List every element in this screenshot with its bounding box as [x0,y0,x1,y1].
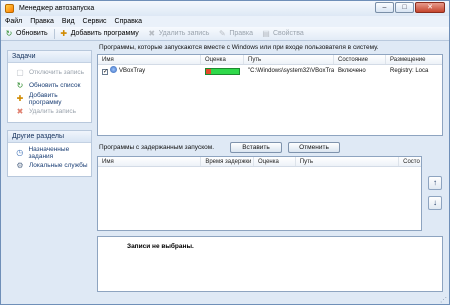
column-rating[interactable]: Оценка [201,55,244,64]
task-add-program[interactable]: ✚ Добавить программу [8,91,91,106]
move-down-button[interactable]: ↓ [428,196,442,210]
menu-file[interactable]: Файл [1,18,26,25]
row-location: Registry: Loca [390,68,429,74]
other-sections-group: Другие разделы ◷ Назначенные задания ⚙ Л… [7,130,92,177]
column-path[interactable]: Путь [296,157,400,166]
disable-icon: ▢ [16,67,24,77]
add-program-label: Добавить программу [70,30,139,37]
tasks-title: Задачи [8,51,91,63]
toolbar: ↻ Обновить ✚ Добавить программу ✖ Удалит… [1,27,449,41]
startup-caption: Программы, которые запускаются вместе с … [99,44,379,51]
edit-icon: ✎ [218,28,226,38]
arrow-up-icon: ↑ [433,178,437,187]
column-delay[interactable]: Время задержки [201,157,255,166]
arrow-down-icon: ↓ [433,198,437,207]
startup-table-header: Имя Оценка Путь Состояние Размещение [98,55,442,65]
column-name[interactable]: Имя [98,157,202,166]
rating-bar-low-segment [206,68,211,74]
cancel-button[interactable]: Отменить [288,142,340,153]
scheduled-tasks-icon: ◷ [16,147,24,157]
column-state[interactable]: Состо [399,157,421,166]
table-row[interactable]: ✓ VBoxTray "C:\Windows\system32\VBoxTray.… [98,66,442,76]
delete-entry-label: Удалить запись [158,30,210,37]
task-delete-entry[interactable]: ✖ Удалить запись [8,105,91,118]
properties-label: Свойства [273,30,304,37]
menu-tools[interactable]: Сервис [79,18,111,25]
row-path: "C:\Windows\system32\VBoxTray.exe" [248,68,334,74]
tasks-group: Задачи ▢ Отключить запись ↻ Обновить спи… [7,50,92,123]
menu-help[interactable]: Справка [111,18,146,25]
rating-bar [205,67,240,75]
row-rating-cell [201,66,244,76]
link-scheduled-tasks[interactable]: ◷ Назначенные задания [8,145,91,160]
task-label: Обновить список [29,82,81,89]
task-refresh-list[interactable]: ↻ Обновить список [8,79,91,92]
services-icon: ⚙ [16,160,24,170]
refresh-label: Обновить [16,30,48,37]
link-local-services[interactable]: ⚙ Локальные службы [8,159,91,172]
edit-label: Правка [229,30,253,37]
task-label: Удалить запись [29,108,77,115]
status-bar: ⋰ [1,294,449,304]
app-icon [5,4,14,13]
column-state[interactable]: Состояние [334,55,386,64]
edit-button[interactable]: ✎ Правка [214,28,258,40]
menu-bar: Файл Правка Вид Сервис Справка [1,16,449,27]
task-label: Отключить запись [29,69,85,76]
menu-view[interactable]: Вид [58,18,79,25]
minimize-button[interactable]: – [375,2,394,13]
row-state: Включено [338,68,366,74]
delete-icon: ✖ [148,28,156,38]
enable-checkbox[interactable]: ✓ [102,69,108,75]
row-name: VBoxTray [119,68,146,74]
delayed-caption: Программы с задержанным запуском. [99,144,215,151]
delayed-table-header: Имя Время задержки Оценка Путь Состо [98,157,421,167]
delayed-table[interactable]: Имя Время задержки Оценка Путь Состо [97,156,422,231]
title-bar: Менеджер автозапуска – □ ✕ [1,1,449,16]
properties-icon: ▤ [262,28,270,38]
no-selection-text: Записи не выбраны. [127,243,194,250]
add-program-button[interactable]: ✚ Добавить программу [56,28,144,40]
add-program-icon: ✚ [16,93,24,103]
main-window: Менеджер автозапуска – □ ✕ Файл Правка В… [0,0,450,305]
maximize-button[interactable]: □ [395,2,414,13]
resize-grip-icon[interactable]: ⋰ [440,296,447,304]
task-label: Добавить программу [28,91,62,106]
startup-table[interactable]: Имя Оценка Путь Состояние Размещение ✓ VB… [97,54,443,136]
other-sections-title: Другие разделы [8,131,91,143]
window-controls: – □ ✕ [375,2,445,13]
link-label: Назначенные задания [28,145,70,160]
delete-entry-button[interactable]: ✖ Удалить запись [144,28,215,40]
insert-button[interactable]: Вставить [230,142,282,153]
task-disable-entry[interactable]: ▢ Отключить запись [8,66,91,79]
add-program-icon: ✚ [60,28,68,38]
toolbar-separator [53,28,55,39]
menu-edit[interactable]: Правка [26,18,58,25]
row-name-cell: ✓ VBoxTray [98,66,201,76]
column-name[interactable]: Имя [98,55,201,64]
refresh-icon: ↻ [5,28,13,38]
move-up-button[interactable]: ↑ [428,176,442,190]
task-pane: Задачи ▢ Отключить запись ↻ Обновить спи… [7,50,92,184]
delete-icon: ✖ [16,106,24,116]
properties-button[interactable]: ▤ Свойства [258,28,309,40]
column-rating[interactable]: Оценка [254,157,296,166]
details-pane: Записи не выбраны. [97,236,443,292]
column-location[interactable]: Размещение [386,55,442,64]
window-title: Менеджер автозапуска [19,5,95,12]
refresh-button[interactable]: ↻ Обновить [1,28,53,40]
refresh-icon: ↻ [16,80,24,90]
vboxtray-icon [110,66,117,73]
link-label: Локальные службы [29,162,88,169]
column-path[interactable]: Путь [244,55,334,64]
close-button[interactable]: ✕ [415,2,445,13]
